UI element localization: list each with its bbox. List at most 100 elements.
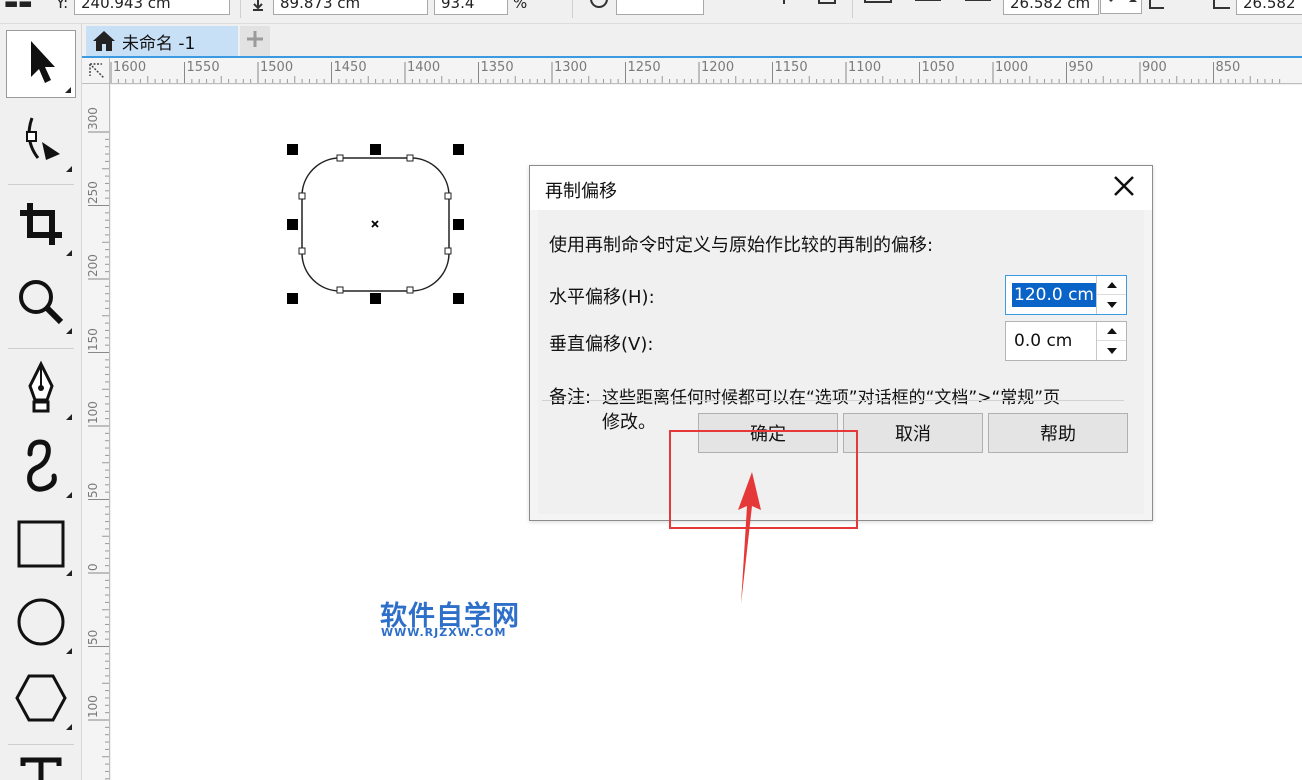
- close-button[interactable]: [1110, 174, 1138, 202]
- horizontal-ruler-label: 1550: [186, 60, 220, 75]
- y-position-field[interactable]: 240.943 cm: [74, 0, 230, 15]
- text-tool-icon: [19, 752, 63, 780]
- dialog-description: 使用再制命令时定义与原始作比较的再制的偏移:: [549, 235, 934, 256]
- cancel-button[interactable]: 取消: [843, 413, 983, 453]
- horizontal-ruler-label: 1250: [627, 60, 661, 75]
- home-icon: [92, 30, 116, 52]
- rotation-field[interactable]: [616, 0, 704, 15]
- rectangle-tool-icon: [16, 519, 66, 573]
- flyout-indicator: [66, 328, 72, 334]
- mirror-icon[interactable]: [776, 0, 792, 16]
- pen-tool-icon: [21, 360, 61, 420]
- icon-fragment: ▬▬: [4, 0, 33, 12]
- flyout-indicator: [66, 166, 72, 172]
- horizontal-offset-input[interactable]: 120.0 cm: [1012, 283, 1096, 307]
- horizontal-ruler[interactable]: 1600 1550 1500 1450 1400 1350 1300 1250 1200 1150…: [82, 58, 1302, 84]
- vertical-ruler-label: 300: [86, 107, 100, 130]
- height-icon: [250, 0, 266, 16]
- separator: [8, 348, 74, 349]
- horizontal-ruler-label: 900: [1142, 60, 1167, 75]
- horizontal-ruler-label: 1500: [260, 60, 294, 75]
- vertical-offset-input[interactable]: 0.0 cm: [1012, 329, 1074, 353]
- height-field[interactable]: 89.873 cm: [273, 0, 428, 15]
- add-tab-button[interactable]: [240, 26, 270, 56]
- horizontal-ruler-label: 1050: [921, 60, 955, 75]
- zoom-tool-icon: [15, 276, 67, 332]
- outline-width-spinner[interactable]: [1100, 0, 1142, 14]
- zoom-tool[interactable]: [6, 270, 76, 338]
- shape-tool-icon: [16, 112, 66, 172]
- ruler-origin[interactable]: [82, 58, 110, 84]
- vertical-decrement-button[interactable]: [1097, 341, 1126, 360]
- crop-tool-icon: [16, 199, 66, 253]
- close-icon: [1113, 175, 1135, 201]
- vertical-ruler-label: 250: [86, 180, 100, 204]
- chevron-up-icon: [1106, 282, 1117, 288]
- note-text-line2: 修改。: [602, 412, 656, 433]
- separator: [572, 0, 573, 18]
- scale-field[interactable]: 93.4: [434, 0, 508, 15]
- polygon-tool[interactable]: [6, 666, 76, 734]
- vertical-offset-label: 垂直偏移(V):: [549, 334, 654, 355]
- align-middle-icon[interactable]: [914, 0, 942, 16]
- flyout-indicator: [66, 492, 72, 498]
- dialog-titlebar[interactable]: 再制偏移: [530, 166, 1152, 210]
- horizontal-ruler-label: 1150: [774, 60, 808, 75]
- document-tab[interactable]: 未命名 -1: [86, 26, 238, 56]
- outline-width-field[interactable]: 26.582 cm: [1003, 0, 1099, 15]
- separator: [8, 184, 74, 185]
- vertical-ruler-label: 100: [86, 401, 100, 424]
- separator: [240, 0, 241, 18]
- dialog-title: 再制偏移: [545, 181, 617, 202]
- flyout-indicator: [65, 87, 71, 93]
- property-bar: ▬▬ Y: 240.943 cm 89.873 cm 93.4 % 26.582…: [0, 0, 1302, 24]
- shape-tool[interactable]: [6, 108, 76, 176]
- horizontal-increment-button[interactable]: [1097, 276, 1126, 295]
- pick-tool[interactable]: [6, 30, 76, 98]
- document-tab-bar: 未命名 -1: [82, 24, 1302, 58]
- horizontal-ruler-label: 1350: [480, 60, 514, 75]
- rectangle-tool[interactable]: [6, 512, 76, 580]
- vertical-increment-button[interactable]: [1097, 322, 1126, 341]
- corner-size-icon: [1210, 0, 1232, 16]
- horizontal-offset-spinbox[interactable]: 120.0 cm: [1005, 275, 1127, 315]
- dialog-divider: [542, 400, 1124, 401]
- pen-tool[interactable]: [6, 356, 76, 424]
- selected-rounded-rectangle[interactable]: [280, 140, 470, 310]
- crop-tool[interactable]: [6, 192, 76, 260]
- horizontal-decrement-button[interactable]: [1097, 295, 1126, 314]
- vertical-offset-spin-buttons: [1096, 322, 1126, 360]
- artistic-media-tool[interactable]: [6, 434, 76, 502]
- vertical-ruler[interactable]: 300 250 200 150 100 50 0 50 100: [82, 84, 110, 780]
- horizontal-offset-label: 水平偏移(H):: [549, 287, 655, 308]
- pick-tool-icon: [21, 37, 61, 91]
- note-text-line1: 这些距离任何时候都可以在“选项”对话框的“文档”>“常规”页: [602, 388, 1061, 408]
- ellipse-tool-icon: [15, 596, 67, 652]
- flyout-indicator: [66, 724, 72, 730]
- flyout-indicator: [66, 250, 72, 256]
- chevron-down-icon: [1106, 347, 1117, 354]
- artistic-media-icon: [16, 438, 66, 498]
- text-tool[interactable]: [6, 752, 76, 780]
- percent-label: %: [513, 0, 528, 12]
- horizontal-ruler-label: 1100: [848, 60, 882, 75]
- help-button[interactable]: 帮助: [988, 413, 1128, 453]
- ellipse-tool[interactable]: [6, 590, 76, 658]
- separator: [852, 0, 853, 18]
- align-top-icon[interactable]: [864, 0, 892, 16]
- polygon-tool-icon: [14, 673, 68, 727]
- flyout-indicator: [66, 570, 72, 576]
- rotation-icon: [590, 0, 610, 16]
- vertical-offset-spinbox[interactable]: 0.0 cm: [1005, 321, 1127, 361]
- separator: [8, 744, 74, 745]
- watermark-url: WWW.RJZXW.COM: [381, 626, 507, 639]
- horizontal-ruler-label: 1450: [333, 60, 367, 75]
- mirror-vertical-icon[interactable]: [818, 0, 836, 16]
- vertical-ruler-label: 200: [86, 254, 100, 277]
- corner-size-field[interactable]: 26.582: [1236, 0, 1302, 15]
- y-position-label: Y:: [56, 0, 69, 12]
- horizontal-ruler-label: 850: [1215, 60, 1241, 75]
- ruler-origin-icon: [89, 63, 105, 79]
- align-bottom-icon[interactable]: [964, 0, 992, 16]
- horizontal-offset-spin-buttons: [1096, 276, 1126, 314]
